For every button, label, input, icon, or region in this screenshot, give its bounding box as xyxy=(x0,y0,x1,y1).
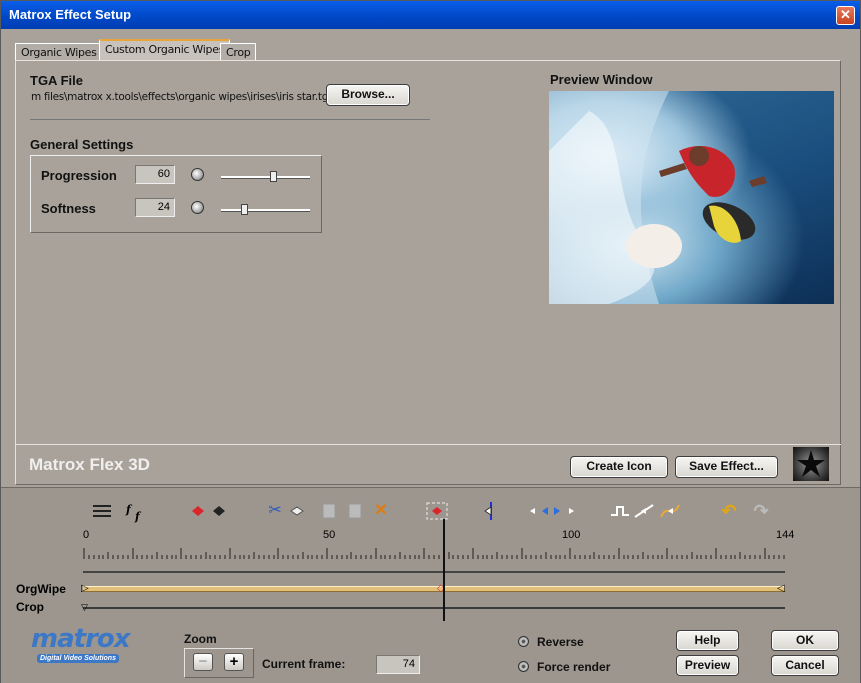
ruler-label-0: 0 xyxy=(83,529,90,541)
keyframe-format-icon[interactable]: ff xyxy=(124,501,144,523)
general-settings-group xyxy=(30,155,322,233)
progression-label: Progression xyxy=(41,168,117,183)
timeline-playhead[interactable] xyxy=(442,519,445,621)
softness-label: Softness xyxy=(41,201,96,216)
current-frame-label: Current frame: xyxy=(262,657,346,671)
preview-image xyxy=(549,91,834,304)
menu-lines-icon[interactable] xyxy=(92,501,112,521)
crop-start-key-icon[interactable]: ▽ xyxy=(81,602,88,613)
prev-next-key-icon[interactable] xyxy=(526,501,580,521)
window-title: Matrox Effect Setup xyxy=(9,7,132,22)
current-frame-input[interactable]: 74 xyxy=(376,655,420,674)
title-bar: Matrox Effect Setup ✕ xyxy=(1,1,860,29)
timeline-ruler[interactable] xyxy=(83,547,785,559)
softness-reset-icon[interactable] xyxy=(191,201,204,214)
paste-icon[interactable] xyxy=(319,501,339,521)
crop-track[interactable] xyxy=(83,607,785,609)
go-to-key-icon[interactable] xyxy=(481,501,501,521)
cut-icon[interactable]: ✂ xyxy=(265,501,285,521)
force-render-label: Force render xyxy=(537,660,611,674)
divider xyxy=(30,119,430,120)
svg-text:f: f xyxy=(125,503,133,516)
tga-file-heading: TGA File xyxy=(30,73,83,88)
ruler-label-144: 144 xyxy=(776,529,795,541)
tab-crop[interactable]: Crop xyxy=(220,43,257,61)
softness-slider-thumb[interactable] xyxy=(240,204,248,215)
tab-organic-wipes[interactable]: Organic Wipes xyxy=(15,43,103,61)
reverse-radio[interactable] xyxy=(518,636,529,647)
cancel-button[interactable]: Cancel xyxy=(771,655,839,676)
progression-slider-track[interactable] xyxy=(221,176,310,179)
create-icon-button[interactable]: Create Icon xyxy=(570,456,668,478)
progression-slider-thumb[interactable] xyxy=(270,171,278,182)
save-effect-button[interactable]: Save Effect... xyxy=(675,456,778,478)
track-label-crop: Crop xyxy=(16,600,44,614)
reverse-label: Reverse xyxy=(537,635,584,649)
curve-key-icon[interactable] xyxy=(633,501,654,521)
effect-thumbnail xyxy=(793,447,829,481)
progression-input[interactable]: 60 xyxy=(135,165,175,184)
progression-reset-icon[interactable] xyxy=(191,168,204,181)
softness-input[interactable]: 24 xyxy=(135,198,175,217)
preview-button[interactable]: Preview xyxy=(676,655,739,676)
copy-key-icon[interactable] xyxy=(287,501,307,521)
zoom-in-button[interactable]: + xyxy=(224,653,244,671)
track-label-orgwipe: OrgWipe xyxy=(16,582,66,596)
ruler-label-50: 50 xyxy=(323,529,336,541)
ruler-baseline xyxy=(83,571,785,573)
zoom-label: Zoom xyxy=(184,632,217,646)
close-button[interactable]: ✕ xyxy=(836,6,855,25)
zoom-out-button[interactable]: − xyxy=(193,653,213,671)
softness-slider-track[interactable] xyxy=(221,209,310,212)
delete-icon[interactable]: ✕ xyxy=(371,501,391,521)
undo-icon[interactable]: ↶ xyxy=(719,501,739,521)
star-icon xyxy=(797,450,825,477)
add-key-black-icon[interactable] xyxy=(209,501,229,521)
help-button[interactable]: Help xyxy=(676,630,739,651)
matrox-logo: matrox xyxy=(31,624,131,654)
orgwipe-track[interactable] xyxy=(83,586,785,592)
bezier-key-icon[interactable] xyxy=(659,501,680,521)
paste-disabled-icon[interactable] xyxy=(345,501,365,521)
matrox-tagline: Digital Video Solutions xyxy=(37,654,119,663)
linear-key-icon[interactable] xyxy=(609,501,629,521)
orgwipe-start-key-icon[interactable]: ▷ xyxy=(81,583,89,594)
browse-button[interactable]: Browse... xyxy=(326,84,410,106)
flex-title: Matrox Flex 3D xyxy=(29,455,150,474)
orgwipe-end-key-icon[interactable]: ◁ xyxy=(777,583,785,594)
ruler-label-100: 100 xyxy=(562,529,581,541)
redo-icon[interactable]: ↷ xyxy=(751,501,771,521)
preview-heading: Preview Window xyxy=(550,72,653,87)
svg-text:f: f xyxy=(134,510,142,523)
tga-file-path: m files\matrox x.tools\effects\organic w… xyxy=(31,91,335,103)
general-settings-heading: General Settings xyxy=(30,137,134,152)
surfer-illustration xyxy=(549,91,767,304)
effect-setup-window: Matrox Effect Setup ✕ Organic Wipes Cust… xyxy=(0,0,861,683)
ok-button[interactable]: OK xyxy=(771,630,839,651)
force-render-radio[interactable] xyxy=(518,661,529,672)
select-range-icon[interactable] xyxy=(426,501,448,521)
tab-custom-organic-wipes[interactable]: Custom Organic Wipes xyxy=(99,39,231,61)
add-key-icon[interactable] xyxy=(188,501,208,521)
